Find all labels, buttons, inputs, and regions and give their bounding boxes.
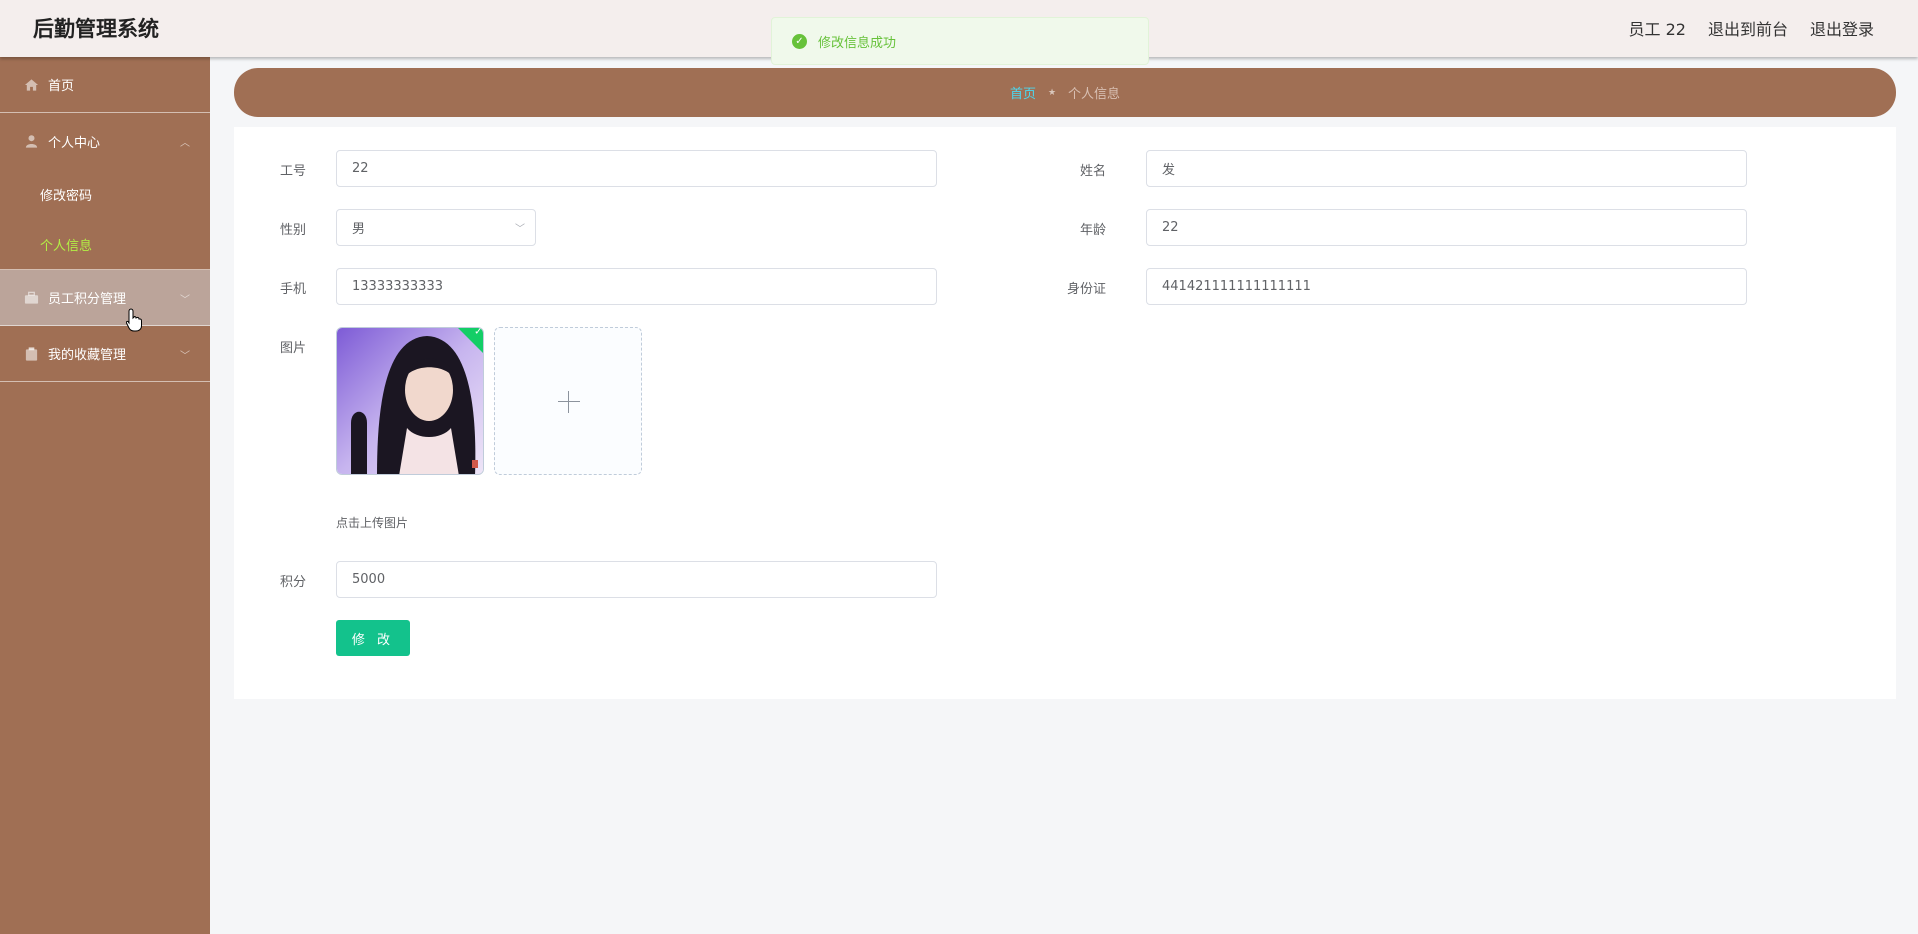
sidebar-item-home[interactable]: 首页 <box>0 57 210 113</box>
sidebar-item-points-mgmt[interactable]: 员工积分管理 ﹀ <box>0 270 210 326</box>
photo-upload-button[interactable] <box>494 327 642 475</box>
success-check-icon: ✓ <box>792 33 807 49</box>
gender-label: 性别 <box>279 223 306 238</box>
points-label: 积分 <box>279 575 306 590</box>
gender-select[interactable]: 男 ﹀ <box>336 209 536 246</box>
sidebar: 首页 个人中心 ︿ 修改密码 个人信息 员工积分管理 ﹀ 我的收藏管理 ﹀ <box>0 57 210 934</box>
plus-icon <box>558 401 580 402</box>
uploaded-photo-thumbnail[interactable]: ✓ <box>336 327 484 475</box>
app-title: 后勤管理系统 <box>33 17 159 41</box>
sidebar-item-label: 我的收藏管理 <box>48 348 127 363</box>
plus-icon-vertical <box>568 391 569 413</box>
sidebar-item-label: 个人中心 <box>48 135 101 151</box>
clipboard-icon <box>25 346 38 361</box>
logout-link[interactable]: 退出登录 <box>1810 16 1874 40</box>
phone-label: 手机 <box>279 282 306 297</box>
user-label: 员工 22 <box>1628 20 1686 39</box>
employee-no-input[interactable]: 22 <box>336 150 937 187</box>
home-icon <box>24 78 39 91</box>
sidebar-item-label: 员工积分管理 <box>48 292 127 307</box>
portrait-image <box>337 328 483 474</box>
sidebar-subitem-change-password[interactable]: 修改密码 <box>0 169 210 219</box>
submit-button[interactable]: 修 改 <box>336 620 410 656</box>
gender-select-value: 男 <box>352 222 366 237</box>
breadcrumb-home[interactable]: 首页 <box>1010 83 1036 102</box>
sidebar-item-favorites-mgmt[interactable]: 我的收藏管理 ﹀ <box>0 326 210 382</box>
chevron-up-icon: ︿ <box>180 138 190 149</box>
user-icon <box>25 135 38 148</box>
name-input[interactable]: 发 <box>1146 150 1747 187</box>
sidebar-item-personal-center[interactable]: 个人中心 ︿ <box>0 113 210 169</box>
sidebar-subitem-personal-info[interactable]: 个人信息 <box>0 219 210 269</box>
breadcrumb-current: 个人信息 <box>1068 87 1121 102</box>
breadcrumb-separator-icon: ★ <box>1047 87 1057 98</box>
chevron-down-icon: ﹀ <box>515 224 525 235</box>
toast-message: 修改信息成功 <box>818 35 897 51</box>
upload-hint: 点击上传图片 <box>336 516 409 530</box>
check-icon: ✓ <box>474 327 483 338</box>
id-card-input[interactable]: 441421111111111111 <box>1146 268 1747 305</box>
hand-cursor-icon <box>126 308 142 332</box>
breadcrumb: 首页 ★ 个人信息 <box>234 68 1896 117</box>
success-toast: ✓ 修改信息成功 <box>771 17 1149 65</box>
age-input[interactable]: 22 <box>1146 209 1747 246</box>
header-actions: 员工 22 退出到前台 退出登录 <box>1629 16 1874 40</box>
id-card-label: 身份证 <box>1066 282 1106 297</box>
profile-form-card: 工号 22 姓名 发 性别 男 ﹀ 年龄 22 手机 13333333333 身… <box>234 127 1896 699</box>
name-label: 姓名 <box>1079 164 1106 179</box>
back-to-front-link[interactable]: 退出到前台 <box>1708 16 1788 40</box>
sidebar-item-label: 首页 <box>48 79 75 94</box>
photo-label: 图片 <box>279 341 306 356</box>
chevron-down-icon: ﹀ <box>180 295 190 306</box>
personal-center-group: 个人中心 ︿ 修改密码 个人信息 <box>0 113 210 270</box>
chevron-down-icon: ﹀ <box>180 351 190 362</box>
employee-no-label: 工号 <box>279 164 306 179</box>
phone-input[interactable]: 13333333333 <box>336 268 937 305</box>
age-label: 年龄 <box>1079 223 1106 238</box>
briefcase-icon <box>24 291 39 304</box>
points-input[interactable]: 5000 <box>336 561 937 598</box>
